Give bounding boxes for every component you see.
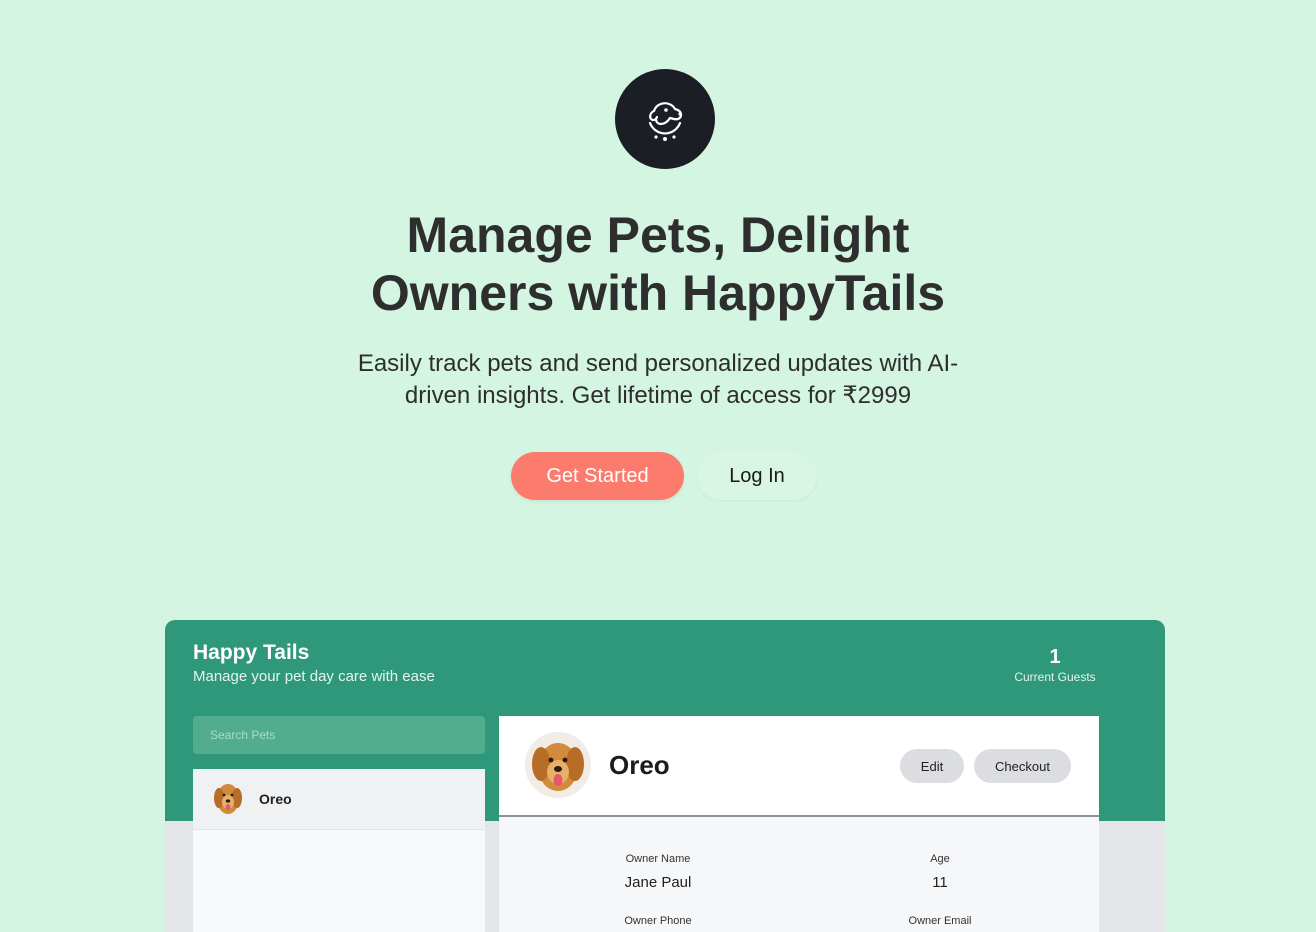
owner-name-label: Owner Name: [625, 853, 691, 865]
hero-title: Manage Pets, Delight Owners with HappyTa…: [0, 206, 1316, 322]
edit-button[interactable]: Edit: [900, 749, 964, 783]
pet-list-item[interactable]: Oreo: [193, 769, 485, 830]
pet-avatar: [213, 780, 243, 818]
hero-title-line-2: Owners with HappyTails: [370, 265, 946, 321]
app-preview: Happy Tails Manage your pet day care wit…: [165, 620, 1165, 932]
owner-email-label: Owner Email: [908, 915, 972, 927]
pet-list-item-name: Oreo: [259, 791, 292, 807]
app-tagline: Manage your pet day care with ease: [193, 668, 435, 685]
owner-name-value: Jane Paul: [624, 874, 692, 891]
pet-details-panel: Oreo Edit Checkout Owner Name Jane Paul …: [499, 716, 1099, 932]
age-value: 11: [932, 874, 948, 891]
pet-details-avatar: [525, 732, 591, 798]
hero-subtitle-line-2: driven insights. Get lifetime of access …: [404, 382, 912, 409]
age-label: Age: [930, 853, 950, 865]
pet-list: Oreo: [193, 769, 485, 932]
dog-photo-icon: [213, 780, 243, 818]
hero-title-line-1: Manage Pets, Delight: [406, 207, 910, 263]
dog-icon: [648, 102, 683, 141]
search-pets-input[interactable]: [193, 716, 485, 754]
current-guests-label: Current Guests: [1014, 670, 1096, 684]
app-title: Happy Tails: [193, 641, 310, 664]
logo: [615, 69, 715, 169]
checkout-button[interactable]: Checkout: [974, 749, 1071, 783]
pet-details-name: Oreo: [609, 750, 670, 780]
log-in-button[interactable]: Log In: [697, 452, 817, 500]
pet-details-header: Oreo Edit Checkout: [499, 716, 1099, 817]
hero-subtitle: Easily track pets and send personalized …: [0, 348, 1316, 412]
current-guests-count: 1: [1049, 646, 1061, 668]
get-started-button[interactable]: Get Started: [511, 452, 684, 500]
owner-phone-label: Owner Phone: [624, 915, 692, 927]
dog-photo-icon: [525, 732, 591, 798]
hero-subtitle-line-1: Easily track pets and send personalized …: [357, 350, 959, 377]
